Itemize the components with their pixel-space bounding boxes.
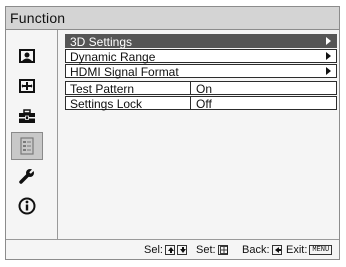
category-icon-column bbox=[6, 30, 58, 239]
screen-icon[interactable] bbox=[11, 72, 43, 100]
value-divider bbox=[190, 97, 191, 109]
back-label: Back: bbox=[242, 244, 270, 256]
menu-item-3d-settings[interactable]: 3D Settings bbox=[65, 34, 337, 48]
information-icon[interactable] bbox=[11, 192, 43, 220]
menu-item-dynamic-range[interactable]: Dynamic Range bbox=[65, 49, 337, 63]
submenu-arrow-icon bbox=[326, 37, 331, 45]
submenu-arrow-icon bbox=[326, 52, 331, 60]
exit-hint: Exit: MENU bbox=[286, 244, 333, 256]
menu-item-value: On bbox=[196, 82, 213, 96]
key-guide-footer: Sel: Set: Back: Exit: MENU bbox=[6, 239, 339, 259]
function-menu-panel: Function 3D Settings Dynamic Range HDMI … bbox=[5, 6, 340, 260]
setup-icon[interactable] bbox=[11, 102, 43, 130]
enter-key-icon bbox=[217, 245, 228, 255]
installation-icon[interactable] bbox=[11, 162, 43, 190]
left-arrow-key-icon bbox=[271, 245, 282, 255]
menu-item-settings-lock[interactable]: Settings Lock Off bbox=[65, 96, 337, 110]
down-arrow-key-icon bbox=[176, 245, 187, 255]
menu-key-icon: MENU bbox=[309, 245, 333, 255]
menu-item-label: HDMI Signal Format bbox=[70, 65, 179, 79]
menu-item-label: Test Pattern bbox=[70, 82, 135, 96]
picture-icon[interactable] bbox=[11, 42, 43, 70]
menu-item-value: Off bbox=[196, 97, 212, 111]
exit-label: Exit: bbox=[286, 244, 308, 256]
up-arrow-key-icon bbox=[164, 245, 175, 255]
menu-item-label: Settings Lock bbox=[70, 97, 143, 111]
menu-item-hdmi-signal-format[interactable]: HDMI Signal Format bbox=[65, 64, 337, 78]
menu-item-test-pattern[interactable]: Test Pattern On bbox=[65, 81, 337, 95]
select-label: Sel: bbox=[144, 244, 163, 256]
select-hint: Sel: bbox=[144, 244, 187, 256]
menu-item-label: Dynamic Range bbox=[70, 50, 156, 64]
value-divider bbox=[190, 82, 191, 94]
function-icon[interactable] bbox=[11, 132, 43, 160]
set-hint: Set: bbox=[196, 244, 228, 256]
back-hint: Back: bbox=[242, 244, 282, 256]
title-bar: Function bbox=[6, 7, 339, 30]
submenu-arrow-icon bbox=[326, 67, 331, 75]
menu-item-label: 3D Settings bbox=[70, 35, 133, 49]
set-label: Set: bbox=[196, 244, 216, 256]
menu-title: Function bbox=[10, 10, 66, 26]
